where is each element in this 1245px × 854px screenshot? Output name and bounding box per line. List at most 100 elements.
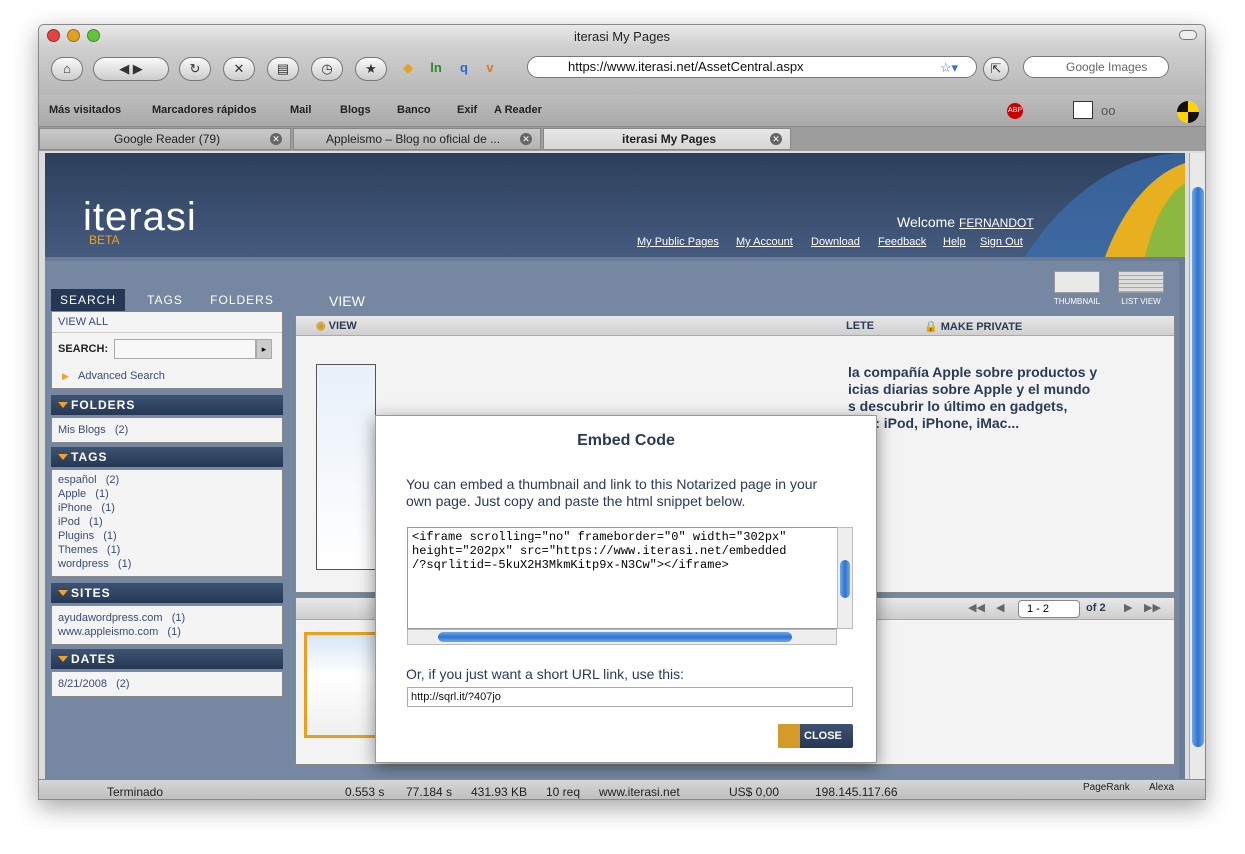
history-button[interactable]: ◷: [311, 57, 343, 81]
tab-label: Google Reader (79): [114, 132, 221, 146]
link-my-account[interactable]: My Account: [736, 236, 793, 248]
scroll-thumb[interactable]: [438, 632, 792, 642]
sites-heading[interactable]: SITES: [51, 583, 283, 603]
list-item[interactable]: ayudawordpress.com (1): [58, 612, 185, 624]
list-item[interactable]: Plugins (1): [58, 530, 117, 542]
nav-toolbar: ⌂ ◀ ▶ ↻ ✕ ▤ ◷ ★ ◆ ln q v https://www.ite…: [39, 47, 1205, 95]
first-page-button[interactable]: ◀◀: [968, 601, 985, 614]
prev-page-button[interactable]: ◀: [996, 601, 1004, 614]
code-horizontal-scrollbar[interactable]: [407, 629, 837, 645]
bookmark-button[interactable]: ★: [355, 57, 387, 81]
close-icon[interactable]: ✕: [770, 133, 782, 145]
welcome-text: Welcome FERNANDOT: [897, 214, 1034, 230]
user-link[interactable]: FERNANDOT: [959, 216, 1034, 230]
link-download[interactable]: Download: [811, 236, 860, 248]
list-item[interactable]: 8/21/2008 (2): [58, 678, 130, 690]
bookmark-item[interactable]: Marcadores rápidos: [152, 104, 257, 116]
list-view-label: LIST VIEW: [1121, 297, 1161, 306]
delete-button[interactable]: LETE: [846, 320, 874, 332]
link-help[interactable]: Help: [943, 236, 966, 248]
page-description: la compañía Apple sobre productos y icia…: [848, 364, 1098, 431]
thumbnail-view-button[interactable]: THUMBNAIL: [1051, 271, 1103, 307]
list-item[interactable]: iPhone (1): [58, 502, 115, 514]
back-forward-button[interactable]: ◀ ▶: [93, 57, 169, 81]
ip-address: 198.145.117.66: [815, 785, 898, 799]
extension-icon[interactable]: v: [479, 57, 501, 81]
link-sign-out[interactable]: Sign Out: [980, 236, 1023, 248]
extension-icon[interactable]: q: [453, 57, 475, 81]
embed-code-dialog: Embed Code You can embed a thumbnail and…: [375, 415, 877, 763]
bookmark-item[interactable]: Blogs: [340, 104, 371, 116]
extension-icon[interactable]: ln: [423, 57, 449, 81]
advanced-search-link[interactable]: ▶ Advanced Search: [62, 370, 165, 382]
browser-window: iterasi My Pages ⌂ ◀ ▶ ↻ ✕ ▤ ◷ ★ ◆ ln q …: [38, 24, 1206, 800]
bookmark-item[interactable]: Más visitados: [49, 104, 121, 116]
search-go-button[interactable]: ▸: [256, 339, 272, 359]
reload-button[interactable]: ↻: [179, 57, 211, 81]
star-icon[interactable]: ☆▾: [929, 57, 969, 81]
feed-icon[interactable]: ⇱: [983, 57, 1009, 81]
sidebar-search-input[interactable]: [114, 339, 256, 359]
list-item[interactable]: iPod (1): [58, 516, 103, 528]
tab-google-reader[interactable]: Google Reader (79) ✕: [39, 128, 291, 150]
alexa-label: Alexa: [1149, 782, 1175, 793]
url-bar[interactable]: https://www.iterasi.net/AssetCentral.asp…: [527, 56, 977, 78]
toolbar-toggle-button[interactable]: [1179, 30, 1197, 40]
close-icon[interactable]: ✕: [270, 133, 282, 145]
bookmark-item[interactable]: Exif: [457, 104, 477, 116]
code-vertical-scrollbar[interactable]: [837, 527, 853, 629]
grid-icon[interactable]: [1073, 101, 1093, 119]
dates-heading[interactable]: DATES: [51, 649, 283, 669]
bookmark-item[interactable]: A Reader: [494, 104, 542, 116]
adblock-icon[interactable]: ABP: [1007, 103, 1023, 119]
tab-search[interactable]: SEARCH: [51, 289, 125, 311]
glasses-icon[interactable]: oo: [1101, 103, 1115, 118]
beta-badge: BETA: [89, 233, 120, 247]
next-page-button[interactable]: ▶: [1124, 601, 1132, 614]
tab-tags[interactable]: TAGS: [135, 289, 195, 311]
view-all-link[interactable]: VIEW ALL: [58, 316, 108, 328]
list-item[interactable]: wordpress (1): [58, 558, 131, 570]
extension-icon[interactable]: ◆: [397, 57, 419, 81]
short-url-field[interactable]: http://sqrl.it/?407jo: [407, 687, 853, 707]
close-icon[interactable]: ✕: [520, 133, 532, 145]
tab-appleismo[interactable]: Appleismo – Blog no oficial de ... ✕: [293, 128, 541, 150]
link-public-pages[interactable]: My Public Pages: [637, 236, 719, 248]
folders-list: Mis Blogs (2): [51, 417, 283, 443]
tab-iterasi[interactable]: iterasi My Pages ✕: [543, 128, 791, 150]
list-item[interactable]: Apple (1): [58, 488, 109, 500]
scroll-thumb[interactable]: [840, 560, 850, 598]
list-item[interactable]: español (2): [58, 474, 119, 486]
embed-code-textarea[interactable]: <iframe scrolling="no" frameborder="0" w…: [407, 527, 853, 629]
list-view-button[interactable]: LIST VIEW: [1115, 271, 1167, 307]
bookmark-item[interactable]: Mail: [290, 104, 311, 116]
bookmark-item[interactable]: Banco: [397, 104, 431, 116]
close-button[interactable]: CLOSE: [778, 724, 853, 748]
list-item[interactable]: Themes (1): [58, 544, 120, 556]
search-input[interactable]: Google Images: [1023, 56, 1169, 78]
make-private-button[interactable]: 🔒 MAKE PRIVATE: [924, 320, 1022, 333]
link-feedback[interactable]: Feedback: [878, 236, 926, 248]
target-icon[interactable]: [1177, 101, 1199, 123]
page-preview-image[interactable]: [316, 364, 376, 570]
tab-folders[interactable]: FOLDERS: [205, 289, 279, 311]
scroll-thumb[interactable]: [1192, 187, 1204, 747]
folders-heading[interactable]: FOLDERS: [51, 395, 283, 415]
thumbnail-label: THUMBNAIL: [1053, 297, 1101, 306]
page-select[interactable]: 1 - 2: [1018, 600, 1080, 618]
tags-heading[interactable]: TAGS: [51, 447, 283, 467]
home-button[interactable]: ⌂: [51, 57, 83, 81]
page-scrollbar[interactable]: [1189, 153, 1205, 779]
dialog-title: Embed Code: [577, 432, 675, 449]
last-page-button[interactable]: ▶▶: [1144, 601, 1161, 614]
print-button[interactable]: ▤: [267, 57, 299, 81]
dates-list: 8/21/2008 (2): [51, 671, 283, 697]
list-item[interactable]: www.appleismo.com (1): [58, 626, 181, 638]
tab-label: Appleismo – Blog no oficial de ...: [326, 132, 501, 146]
list-item[interactable]: Mis Blogs (2): [58, 424, 128, 436]
stop-button[interactable]: ✕: [223, 57, 255, 81]
request-count: 10 req: [546, 785, 581, 799]
tab-label: iterasi My Pages: [622, 132, 717, 146]
total-time: 77.184 s: [406, 785, 453, 799]
view-button[interactable]: ◉ VIEW: [316, 319, 357, 332]
